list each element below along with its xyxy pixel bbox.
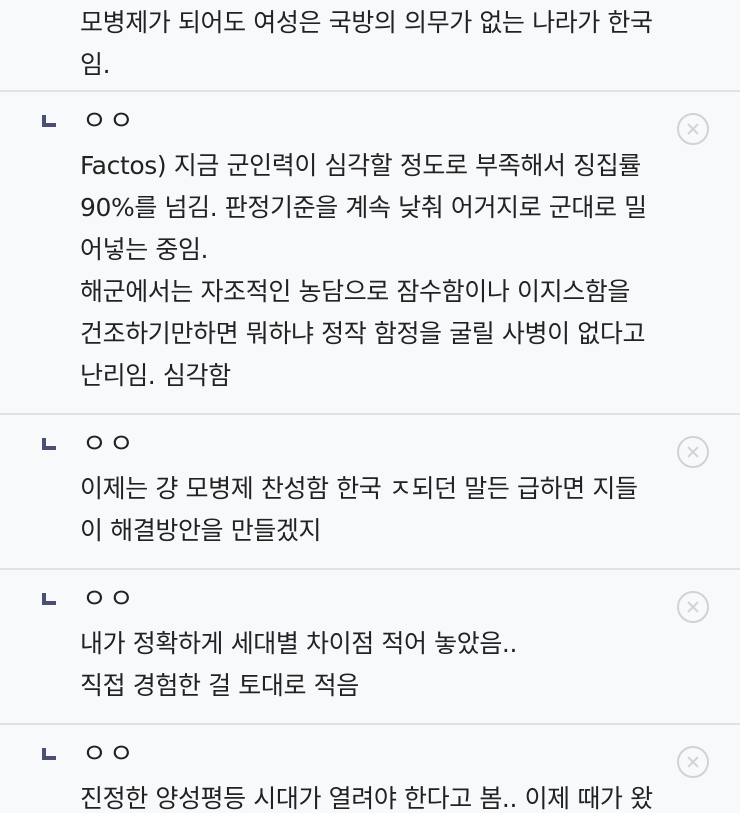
close-circle-icon[interactable] — [677, 113, 709, 145]
reply-text: 진정한 양성평등 시대가 열려야 한다고 봄.. 이제 때가 왔 — [80, 784, 653, 813]
close-circle-icon[interactable] — [677, 591, 709, 623]
reply-item: ㅇㅇ Factos) 지금 군인력이 심각할 정도로 부족해서 징집률 90%를… — [0, 92, 740, 415]
comment-thread: 모병제가 되어도 여성은 국방의 의무가 없는 나라가 한국 임. ㅇㅇ Fac… — [0, 0, 740, 813]
comment-text: 모병제가 되어도 여성은 국방의 의무가 없는 나라가 한국 임. — [80, 8, 653, 79]
reply-text: 내가 정확하게 세대별 차이점 적어 놓았음.. 직접 경험한 걸 토대로 적음 — [80, 629, 518, 700]
reply-author: ㅇㅇ — [82, 106, 136, 137]
reply-item: ㅇㅇ 진정한 양성평등 시대가 열려야 한다고 봄.. 이제 때가 왔 — [0, 725, 740, 813]
reply-arrow-icon — [42, 593, 56, 605]
reply-author: ㅇㅇ — [82, 429, 136, 460]
reply-text: 이제는 걍 모병제 찬성함 한국 ㅈ되던 말든 급하면 지들 이 해결방안을 만… — [80, 474, 638, 545]
reply-text: Factos) 지금 군인력이 심각할 정도로 부족해서 징집률 90%를 넘김… — [80, 151, 647, 390]
reply-item: ㅇㅇ 이제는 걍 모병제 찬성함 한국 ㅈ되던 말든 급하면 지들 이 해결방안… — [0, 415, 740, 570]
reply-author: ㅇㅇ — [82, 584, 136, 615]
reply-arrow-icon — [42, 748, 56, 760]
reply-arrow-icon — [42, 438, 56, 450]
reply-item: ㅇㅇ 내가 정확하게 세대별 차이점 적어 놓았음.. 직접 경험한 걸 토대로… — [0, 570, 740, 725]
close-circle-icon[interactable] — [677, 746, 709, 778]
reply-author: ㅇㅇ — [82, 739, 136, 770]
comment-item: 모병제가 되어도 여성은 국방의 의무가 없는 나라가 한국 임. — [0, 0, 740, 92]
reply-arrow-icon — [42, 115, 56, 127]
close-circle-icon[interactable] — [677, 436, 709, 468]
